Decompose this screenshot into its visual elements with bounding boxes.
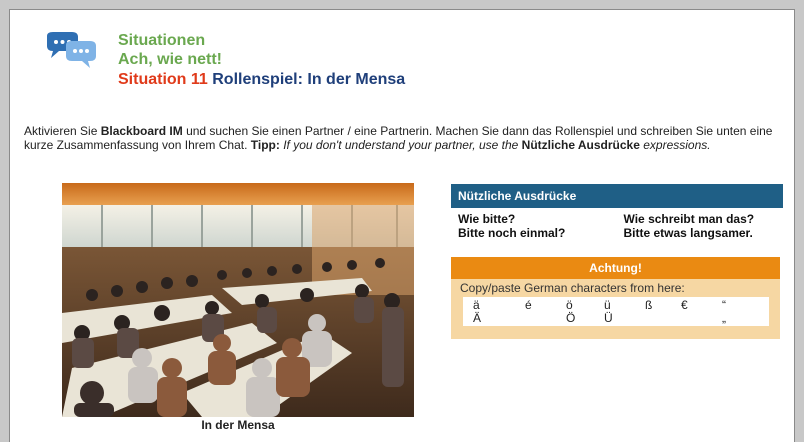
header-subtitle: Ach, wie nett! (118, 51, 223, 68)
char-e-acute[interactable]: é (525, 298, 532, 312)
instructions: Aktivieren Sie Blackboard IM und suchen … (24, 124, 773, 152)
char-a-umlaut[interactable]: ä (473, 298, 480, 312)
situation-title: Rollenspiel: In der Mensa (212, 71, 406, 88)
char-eszett[interactable]: ß (645, 298, 652, 312)
achtung-panel: Achtung! Copy/paste German characters fr… (451, 257, 780, 339)
phrase-bitte-noch-einmal: Bitte noch einmal? (458, 226, 566, 240)
situation-label: Situation 11 (118, 71, 208, 88)
window-frame-left (0, 9, 10, 442)
window-frame-top (0, 0, 804, 10)
nuetzliche-ausdruecke-panel: Nützliche Ausdrücke Wie bitte? Wie schre… (451, 184, 783, 240)
achtung-title: Achtung! (451, 257, 780, 279)
window-frame-right (794, 9, 804, 442)
german-characters-box: ä é ö ü ß € “ Ä Ö Ü „ (463, 297, 769, 326)
phrase-wie-bitte: Wie bitte? (458, 212, 516, 226)
photo-caption: In der Mensa (201, 418, 275, 432)
page-title: Situation 11 Rollenspiel: In der Mensa (118, 71, 405, 89)
mensa-photo (62, 183, 414, 417)
char-u-umlaut[interactable]: ü (604, 298, 611, 312)
phrase-bitte-etwas-langsamer: Bitte etwas langsamer. (623, 226, 753, 240)
nuetzliche-ausdruecke-title: Nützliche Ausdrücke (451, 184, 783, 208)
header-situationen: Situationen (118, 32, 206, 49)
phrase-wie-schreibt-man-das: Wie schreibt man das? (623, 212, 755, 226)
char-quote-open[interactable]: “ (722, 298, 726, 312)
char-o-umlaut-upper[interactable]: Ö (566, 311, 575, 325)
tipp-label: Tipp: (250, 138, 280, 152)
blackboard-im-term: Blackboard IM (100, 124, 183, 138)
chat-bubbles-icon (47, 32, 96, 68)
achtung-text: Copy/paste German characters from here: (460, 281, 685, 295)
char-o-umlaut[interactable]: ö (566, 298, 573, 312)
char-u-umlaut-upper[interactable]: Ü (604, 311, 613, 325)
char-a-umlaut-upper[interactable]: Ä (473, 311, 481, 325)
char-quote-low[interactable]: „ (722, 311, 726, 325)
char-euro[interactable]: € (681, 298, 688, 312)
